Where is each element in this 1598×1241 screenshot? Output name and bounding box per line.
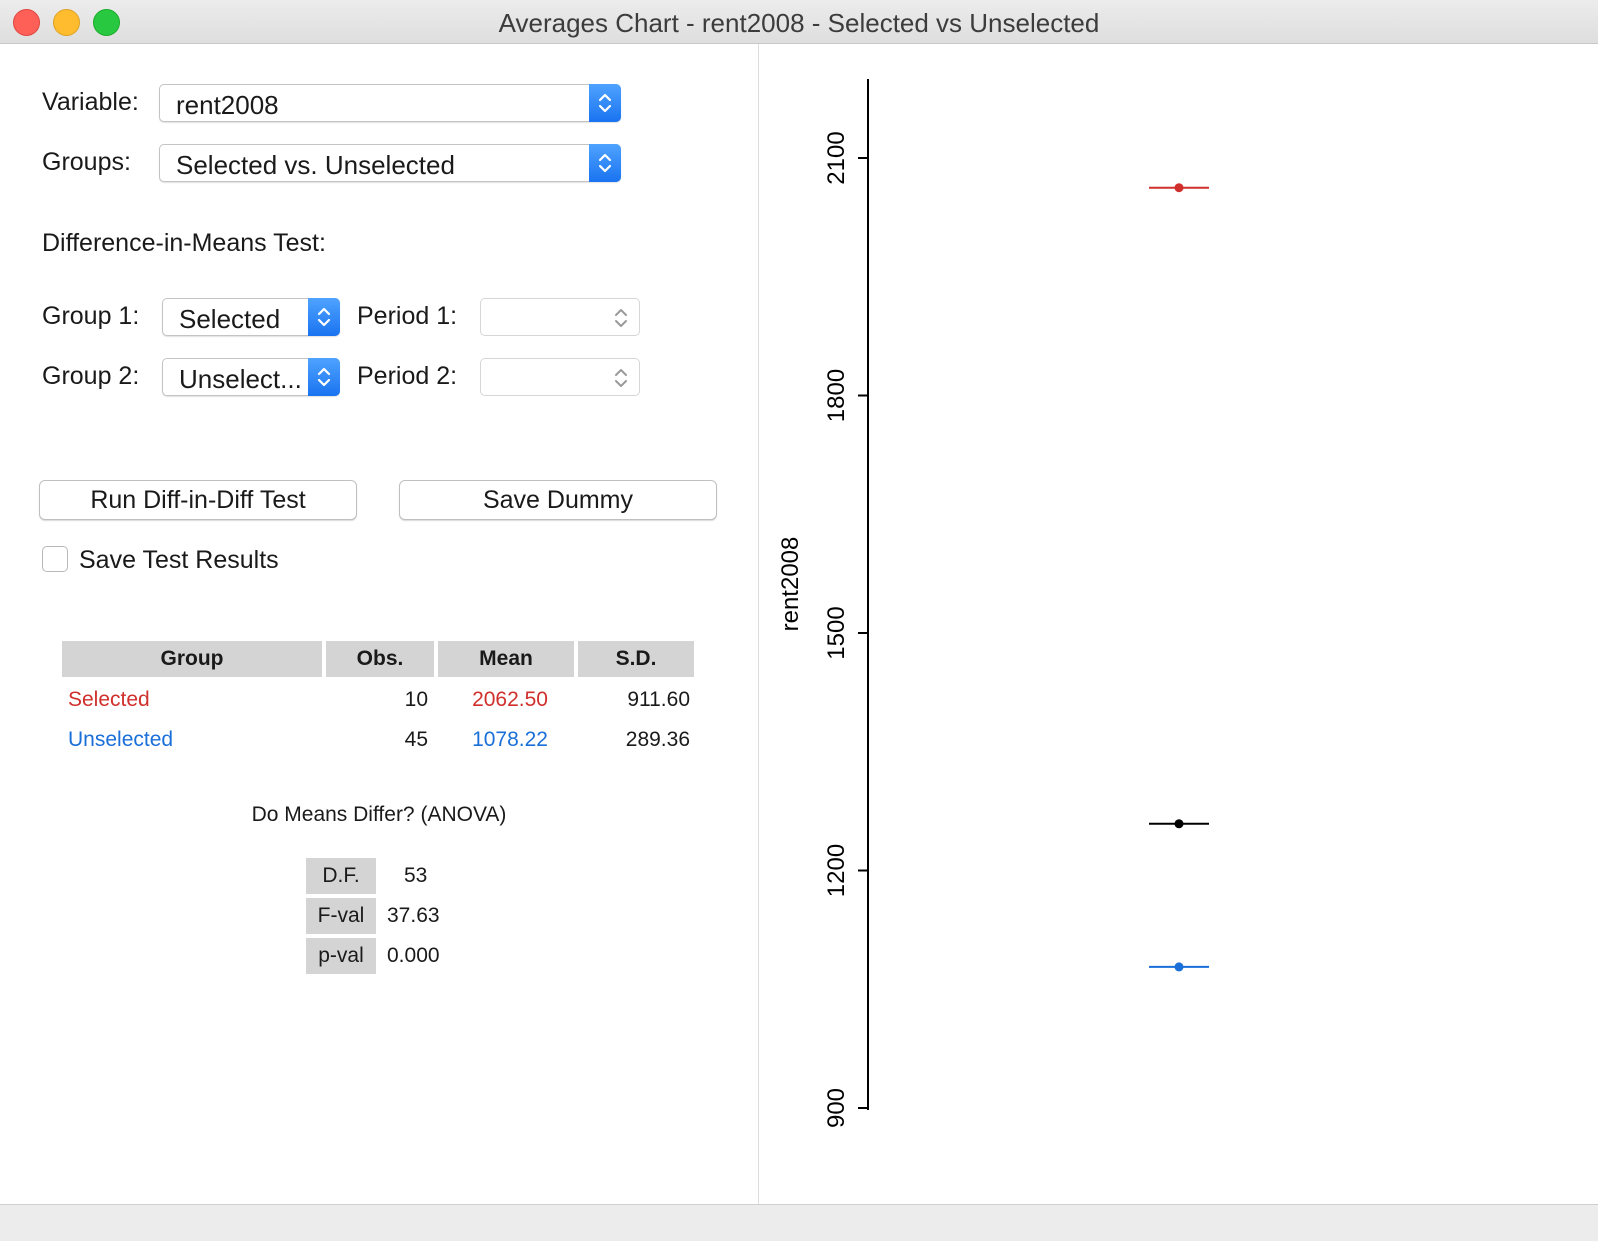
period2-label: Period 2: bbox=[357, 362, 458, 390]
anova-title: Do Means Differ? (ANOVA) bbox=[251, 803, 507, 826]
groups-label: Groups: bbox=[42, 148, 131, 176]
y-tick-label: 900 bbox=[823, 1088, 850, 1128]
y-tick-label: 1200 bbox=[823, 844, 850, 897]
panel-divider[interactable] bbox=[758, 44, 759, 1204]
updown-chevron-icon bbox=[308, 298, 340, 336]
row-unselected-sd: 289.36 bbox=[625, 728, 690, 751]
table-header-obs: Obs. bbox=[326, 641, 434, 677]
period2-select[interactable] bbox=[480, 358, 640, 396]
anova-key-fval: F-val bbox=[306, 898, 376, 934]
updown-chevron-icon bbox=[605, 359, 637, 397]
table-header-group: Group bbox=[62, 641, 322, 677]
groups-select[interactable]: Selected vs. Unselected bbox=[159, 144, 621, 182]
table-header-sd: S.D. bbox=[578, 641, 694, 677]
variable-select[interactable]: rent2008 bbox=[159, 84, 621, 122]
group2-select-value: Unselect... bbox=[179, 364, 302, 394]
anova-value-fval: 37.63 bbox=[387, 904, 440, 927]
variable-select-value: rent2008 bbox=[176, 90, 279, 120]
anova-value-df: 53 bbox=[404, 864, 428, 887]
table-header-mean: Mean bbox=[438, 641, 574, 677]
updown-chevron-icon bbox=[589, 84, 621, 122]
period1-select[interactable] bbox=[480, 298, 640, 336]
mean-point-unselected bbox=[1174, 962, 1184, 972]
y-axis-label: rent2008 bbox=[777, 537, 804, 632]
save-test-results-label: Save Test Results bbox=[79, 546, 279, 574]
save-dummy-button[interactable]: Save Dummy bbox=[399, 480, 717, 520]
run-diff-in-diff-button[interactable]: Run Diff-in-Diff Test bbox=[39, 480, 357, 520]
row-unselected-mean: 1078.22 bbox=[472, 728, 548, 751]
row-selected-obs: 10 bbox=[404, 688, 428, 711]
group1-select-value: Selected bbox=[179, 304, 281, 334]
save-test-results-checkbox[interactable] bbox=[42, 546, 68, 572]
row-selected-group: Selected bbox=[68, 688, 150, 711]
updown-chevron-icon bbox=[605, 299, 637, 337]
updown-chevron-icon bbox=[308, 358, 340, 396]
row-selected-sd: 911.60 bbox=[627, 688, 690, 711]
y-tick-label: 1500 bbox=[823, 606, 850, 659]
row-unselected-obs: 45 bbox=[404, 728, 428, 751]
anova-key-pval: p-val bbox=[306, 938, 376, 974]
y-tick-label: 1800 bbox=[823, 369, 850, 422]
period1-label: Period 1: bbox=[357, 302, 458, 330]
status-bar bbox=[0, 1204, 1598, 1241]
group1-select[interactable]: Selected bbox=[162, 298, 340, 336]
updown-chevron-icon bbox=[589, 144, 621, 182]
anova-value-pval: 0.000 bbox=[387, 944, 440, 967]
diff-means-label: Difference-in-Means Test: bbox=[42, 229, 326, 257]
anova-key-df: D.F. bbox=[306, 858, 376, 894]
mean-point-selected bbox=[1174, 183, 1184, 193]
group2-select[interactable]: Unselect... bbox=[162, 358, 340, 396]
y-tick-label: 2100 bbox=[823, 131, 850, 184]
row-unselected-group: Unselected bbox=[68, 728, 174, 751]
averages-chart: 900 1200 1500 1800 2100 rent2008 bbox=[777, 79, 1209, 1128]
variable-label: Variable: bbox=[42, 88, 139, 116]
group2-label: Group 2: bbox=[42, 362, 140, 390]
row-selected-mean: 2062.50 bbox=[472, 688, 548, 711]
window-title: Averages Chart - rent2008 - Selected vs … bbox=[498, 8, 1100, 38]
mean-point-all bbox=[1174, 819, 1184, 829]
groups-select-value: Selected vs. Unselected bbox=[176, 150, 455, 180]
title-bar: Averages Chart - rent2008 - Selected vs … bbox=[0, 0, 1598, 44]
group1-label: Group 1: bbox=[42, 302, 140, 330]
